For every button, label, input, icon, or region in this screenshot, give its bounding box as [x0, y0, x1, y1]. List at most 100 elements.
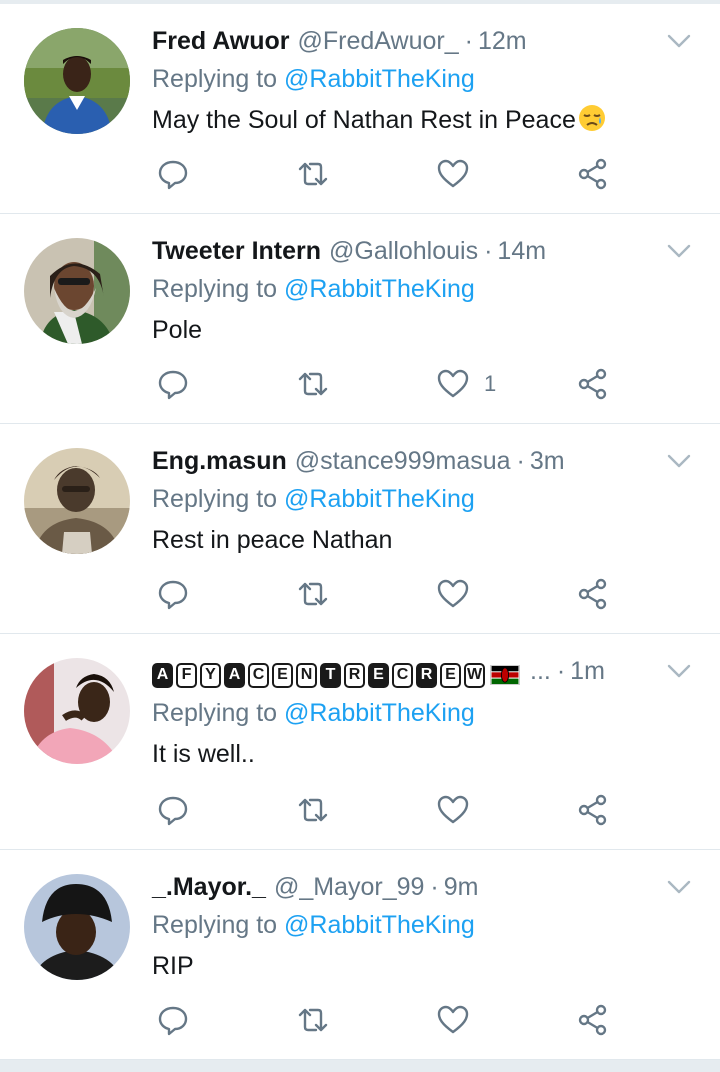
replying-to-label: Replying to: [152, 911, 278, 939]
reply-button[interactable]: [156, 574, 190, 614]
timestamp[interactable]: 9m: [444, 870, 479, 904]
tweet-item[interactable]: A F Y A C E N T R E C R E W ... · 1m Rep…: [0, 634, 720, 850]
action-bar: [152, 154, 622, 194]
like-button[interactable]: 1: [436, 364, 496, 404]
share-button[interactable]: [576, 574, 610, 614]
share-button[interactable]: [576, 1000, 610, 1040]
mention-link[interactable]: @RabbitTheKing: [284, 911, 475, 939]
retweet-button[interactable]: [296, 790, 330, 830]
share-icon: [578, 1004, 607, 1036]
share-button[interactable]: [576, 154, 610, 194]
share-icon: [578, 368, 607, 400]
reply-icon: [158, 370, 188, 400]
retweet-icon: [298, 372, 328, 396]
name-letter: E: [272, 662, 293, 688]
author-handle[interactable]: @Gallohlouis: [329, 234, 478, 268]
tweet-item[interactable]: Fred Awuor @FredAwuor_ · 12m Replying to…: [0, 4, 720, 214]
name-letter: E: [440, 662, 461, 688]
avatar[interactable]: [24, 28, 130, 134]
retweet-button[interactable]: [296, 154, 330, 194]
author-name[interactable]: A F Y A C E N T R E C R E W: [152, 658, 520, 692]
avatar[interactable]: [24, 448, 130, 554]
name-letter: N: [296, 662, 317, 688]
share-button[interactable]: [576, 364, 610, 404]
tweet-item[interactable]: _.Mayor._ @_Mayor_99 · 9m Replying to @R…: [0, 850, 720, 1060]
heart-icon: [437, 1005, 469, 1034]
tweet-text-body: It is well..: [152, 740, 255, 768]
kenya-flag-icon: [490, 665, 520, 685]
avatar[interactable]: [24, 874, 130, 980]
replying-to: Replying to @RabbitTheKing: [152, 62, 475, 96]
tweet-text: Pole: [152, 312, 202, 348]
heart-icon: [437, 795, 469, 824]
name-letter: C: [248, 662, 269, 688]
timestamp[interactable]: 1m: [570, 654, 605, 688]
like-button[interactable]: [436, 574, 470, 614]
author-name[interactable]: Tweeter Intern: [152, 234, 321, 268]
tweet-text: It is well..: [152, 736, 255, 772]
reply-button[interactable]: [156, 790, 190, 830]
timestamp[interactable]: 12m: [478, 24, 527, 58]
action-bar: [152, 790, 622, 830]
action-bar: [152, 574, 622, 614]
tweet-text-body: Rest in peace Nathan: [152, 526, 393, 554]
mention-link[interactable]: @RabbitTheKing: [284, 699, 475, 727]
tweet-header: _.Mayor._ @_Mayor_99 · 9m: [152, 870, 652, 904]
tweet-header: Eng.masun @stance999masua · 3m: [152, 444, 652, 478]
chevron-down-icon[interactable]: [666, 32, 692, 50]
replying-to: Replying to @RabbitTheKing: [152, 272, 475, 306]
reply-button[interactable]: [156, 1000, 190, 1040]
heart-icon: [437, 369, 469, 398]
author-handle[interactable]: @FredAwuor_: [298, 24, 459, 58]
name-truncation: ...: [530, 657, 551, 685]
name-letter: W: [464, 662, 485, 688]
like-button[interactable]: [436, 1000, 470, 1040]
timestamp[interactable]: 14m: [497, 234, 546, 268]
author-name[interactable]: _.Mayor._: [152, 870, 266, 904]
name-letter: A: [152, 662, 173, 688]
name-letter: Y: [200, 662, 221, 688]
reply-icon: [158, 1006, 188, 1036]
mention-link[interactable]: @RabbitTheKing: [284, 275, 475, 303]
chevron-down-icon[interactable]: [666, 878, 692, 896]
separator-dot: ·: [556, 657, 566, 685]
like-button[interactable]: [436, 790, 470, 830]
author-handle[interactable]: @stance999masua: [295, 444, 511, 478]
retweet-button[interactable]: [296, 574, 330, 614]
bottom-divider: [0, 1060, 720, 1072]
action-bar: [152, 1000, 622, 1040]
retweet-button[interactable]: [296, 364, 330, 404]
replying-to-label: Replying to: [152, 699, 278, 727]
tweet-text-body: May the Soul of Nathan Rest in Peace: [152, 106, 576, 134]
share-button[interactable]: [576, 790, 610, 830]
like-count: 1: [484, 371, 497, 396]
timestamp[interactable]: 3m: [530, 444, 565, 478]
author-handle[interactable]: @_Mayor_99: [274, 870, 424, 904]
retweet-button[interactable]: [296, 1000, 330, 1040]
mention-link[interactable]: @RabbitTheKing: [284, 65, 475, 93]
replying-to-label: Replying to: [152, 485, 278, 513]
tweet-item[interactable]: Eng.masun @stance999masua · 3m Replying …: [0, 424, 720, 634]
reply-icon: [158, 796, 188, 826]
reply-feed: Fred Awuor @FredAwuor_ · 12m Replying to…: [0, 4, 720, 1060]
chevron-down-icon[interactable]: [666, 242, 692, 260]
mention-link[interactable]: @RabbitTheKing: [284, 485, 475, 513]
name-letter: T: [320, 662, 341, 688]
reply-button[interactable]: [156, 154, 190, 194]
replying-to-label: Replying to: [152, 65, 278, 93]
avatar[interactable]: [24, 658, 130, 764]
author-name[interactable]: Eng.masun: [152, 444, 287, 478]
reply-button[interactable]: [156, 364, 190, 404]
share-icon: [578, 794, 607, 826]
separator-dot: ·: [464, 27, 473, 55]
heart-icon: [437, 579, 469, 608]
like-button[interactable]: [436, 154, 470, 194]
tweet-text: Rest in peace Nathan: [152, 522, 392, 558]
chevron-down-icon[interactable]: [666, 662, 692, 680]
chevron-down-icon[interactable]: [666, 452, 692, 470]
avatar[interactable]: [24, 238, 130, 344]
tweet-item[interactable]: Tweeter Intern @Gallohlouis · 14m Replyi…: [0, 214, 720, 424]
tweet-text-body: RIP: [152, 952, 194, 980]
action-bar: 1: [152, 364, 622, 404]
author-name[interactable]: Fred Awuor: [152, 24, 290, 58]
